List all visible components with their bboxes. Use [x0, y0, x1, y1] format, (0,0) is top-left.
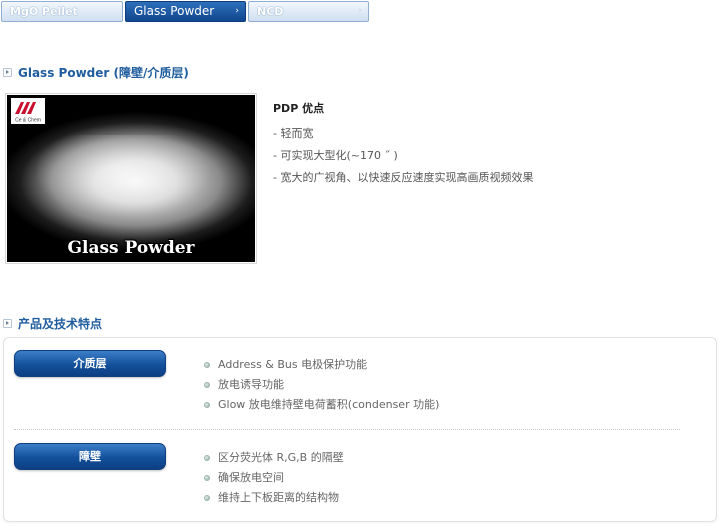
feature-text: 维持上下板距离的结构物	[218, 491, 339, 504]
list-item: - 宽大的广视角、以快速反应速度实现高画质视频效果	[273, 171, 534, 184]
company-logo: Ce & Chem	[11, 98, 45, 124]
features-panel: 介质层 Address & Bus 电极保护功能 放电诱导功能 Glow 放电维…	[3, 337, 717, 522]
barrier-feature-list: 区分荧光体 R,G,B 的隔壁 确保放电空间 维持上下板距离的结构物	[204, 448, 344, 508]
dielectric-layer-label: 介质层	[14, 350, 166, 377]
dielectric-feature-list: Address & Bus 电极保护功能 放电诱导功能 Glow 放电维持壁电荷…	[204, 355, 439, 415]
tab-label: MgO Pellet	[10, 5, 78, 18]
feature-text: Address & Bus 电极保护功能	[218, 358, 368, 371]
list-item: 区分荧光体 R,G,B 的隔壁	[204, 448, 344, 468]
chevron-right-icon: ›	[235, 6, 239, 16]
bullet-dot-icon	[204, 362, 210, 368]
section-title: Glass Powder (障壁/介质层)	[18, 66, 189, 80]
tab-label: NCD	[257, 5, 284, 18]
list-item: Address & Bus 电极保护功能	[204, 355, 439, 375]
chevron-right-icon: ›	[358, 6, 362, 16]
bullet-dot-icon	[204, 475, 210, 481]
bullet-dot-icon	[204, 402, 210, 408]
tab-ncd[interactable]: NCD ›	[248, 1, 369, 22]
list-item: Glow 放电维持壁电荷蓄积(condenser 功能)	[204, 395, 439, 415]
divider	[14, 429, 680, 430]
section-title: 产品及技术特点	[18, 317, 103, 331]
section-heading-features: 产品及技术特点	[3, 315, 102, 332]
glass-powder-image: Ce & Chem Glass Powder	[7, 95, 255, 262]
bullet-dot-icon	[204, 495, 210, 501]
pdp-advantages-list: - 轻而宽 - 可实现大型化(~170 ˝ ) - 宽大的广视角、以快速反应速度…	[273, 125, 533, 191]
tab-glass-powder[interactable]: Glass Powder ›	[125, 1, 246, 22]
section-heading-glass-powder: Glass Powder (障壁/介质层)	[3, 64, 189, 81]
feature-text: 放电诱导功能	[218, 378, 284, 391]
bullet-dot-icon	[204, 455, 210, 461]
tab-mgo-pellet[interactable]: MgO Pellet	[1, 1, 123, 22]
list-item: 确保放电空间	[204, 468, 344, 488]
pdp-title: PDP 优点	[273, 102, 325, 115]
list-item: 放电诱导功能	[204, 375, 439, 395]
list-item: - 可实现大型化(~170 ˝ )	[273, 149, 398, 162]
bullet-dot-icon	[204, 382, 210, 388]
logo-text: Ce & Chem	[15, 118, 41, 124]
list-item: 维持上下板距离的结构物	[204, 488, 344, 508]
arrow-bullet-icon	[3, 68, 12, 77]
product-photo: Ce & Chem Glass Powder	[5, 93, 257, 264]
barrier-rib-label: 障壁	[14, 443, 166, 470]
photo-caption: Glass Powder	[67, 238, 195, 258]
arrow-bullet-icon	[3, 319, 12, 328]
feature-text: 区分荧光体 R,G,B 的隔壁	[218, 451, 344, 464]
tab-label: Glass Powder	[134, 4, 215, 18]
feature-text: Glow 放电维持壁电荷蓄积(condenser 功能)	[218, 398, 440, 411]
feature-text: 确保放电空间	[218, 471, 284, 484]
list-item: - 轻而宽	[273, 127, 314, 140]
